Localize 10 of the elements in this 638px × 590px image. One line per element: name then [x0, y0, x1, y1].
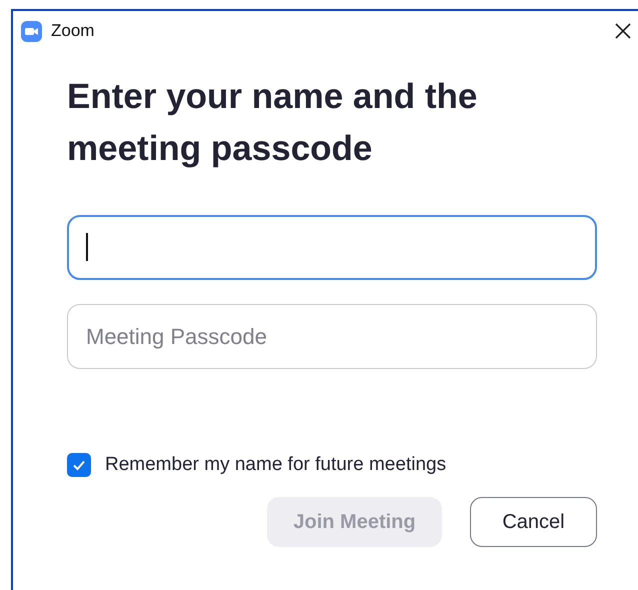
- close-icon[interactable]: [614, 22, 632, 40]
- passcode-field[interactable]: Meeting Passcode: [67, 304, 597, 369]
- text-cursor: [86, 233, 88, 261]
- remember-checkbox[interactable]: [67, 453, 91, 477]
- app-logo-icon: [21, 20, 42, 42]
- name-field[interactable]: [67, 215, 597, 280]
- cancel-button[interactable]: Cancel: [470, 497, 597, 547]
- heading: Enter your name and the meeting passcode: [67, 76, 478, 170]
- checkbox-label: Remember my name for future meetings: [105, 454, 446, 476]
- window-title: Zoom: [51, 21, 96, 41]
